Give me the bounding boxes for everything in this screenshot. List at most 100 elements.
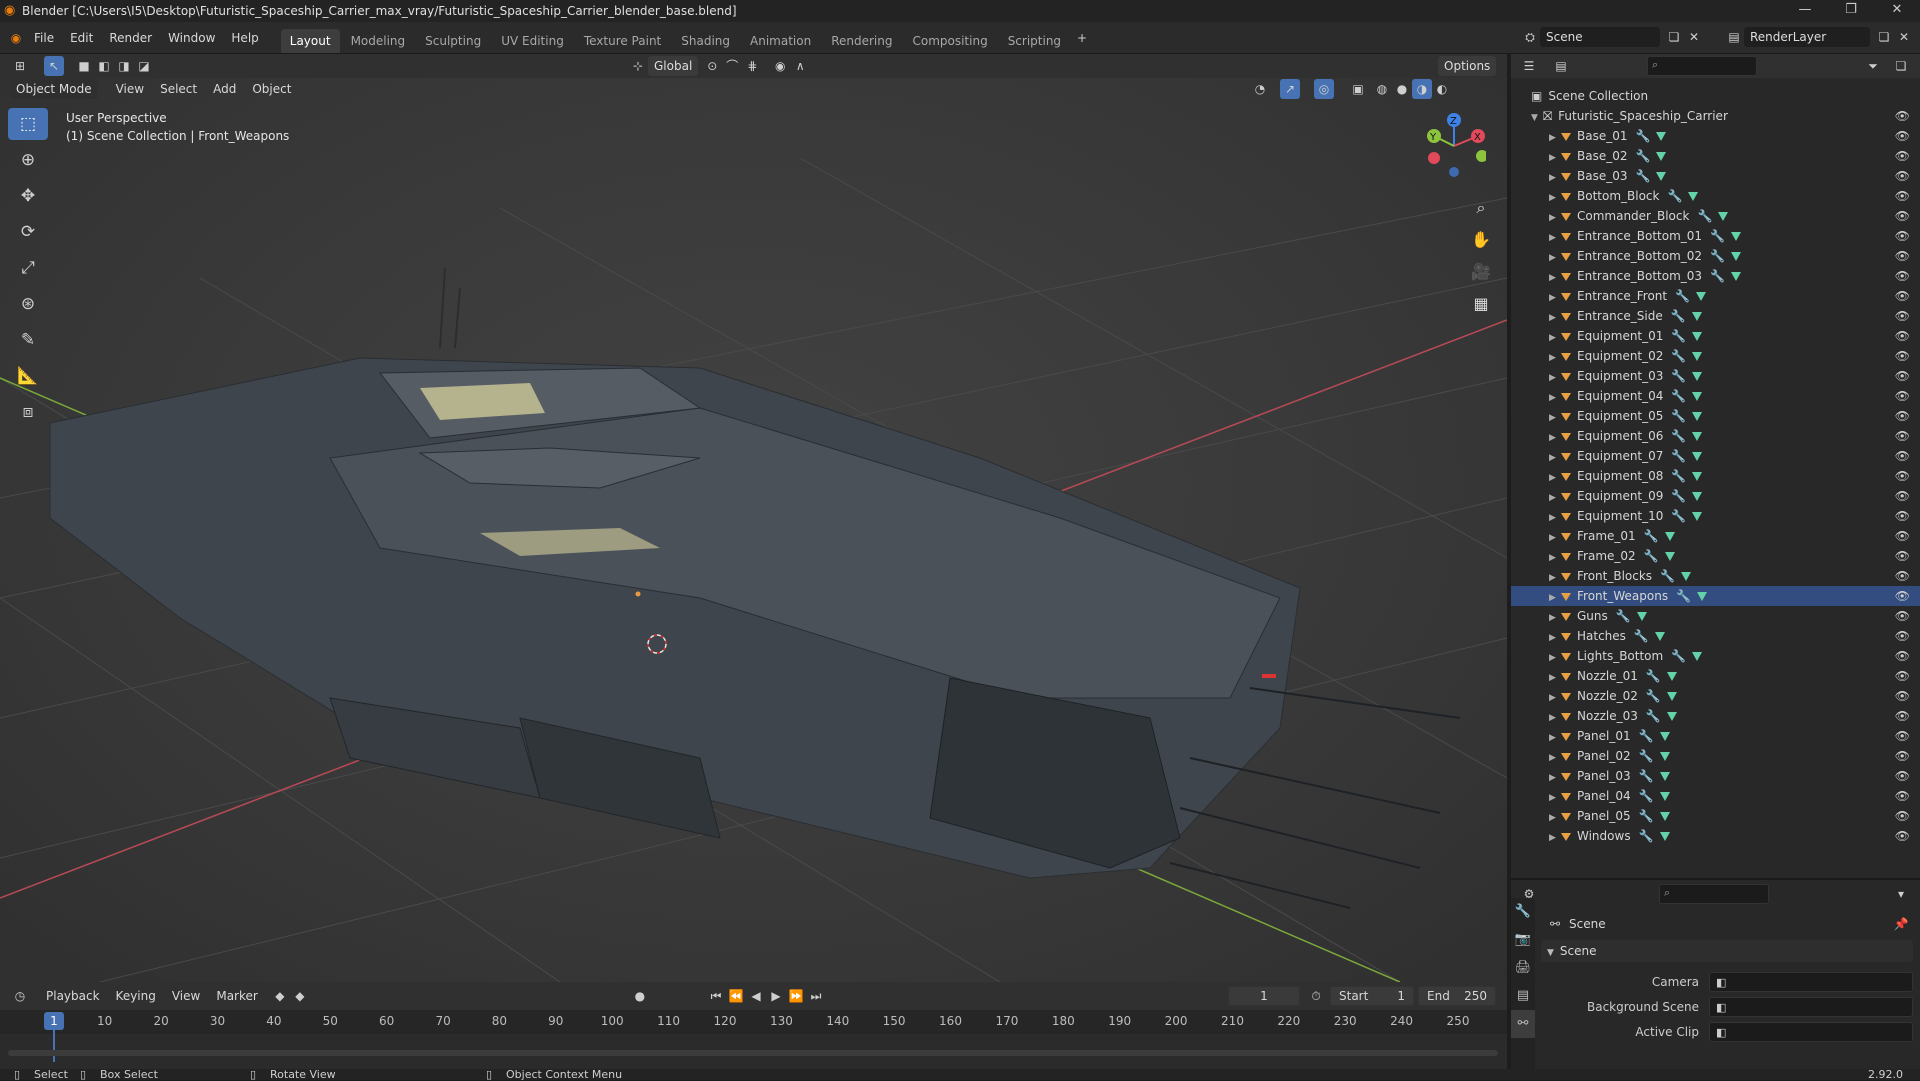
mesh-data-icon[interactable]: [1688, 192, 1699, 201]
modifier-wrench-icon[interactable]: 🔧: [1710, 249, 1725, 263]
outliner-item-guns[interactable]: ▶ Guns 🔧 👁: [1511, 606, 1920, 626]
mesh-data-icon[interactable]: [1692, 392, 1703, 401]
mesh-data-icon[interactable]: [1659, 832, 1670, 841]
modifier-wrench-icon[interactable]: 🔧: [1671, 489, 1686, 503]
prop-field[interactable]: ◧: [1709, 972, 1913, 992]
modifier-wrench-icon[interactable]: 🔧: [1671, 389, 1686, 403]
modifier-wrench-icon[interactable]: 🔧: [1646, 709, 1661, 723]
outliner-item-base_01[interactable]: ▶ Base_01 🔧 👁: [1511, 126, 1920, 146]
tab-animation[interactable]: Animation: [741, 29, 820, 53]
eye-icon[interactable]: 👁: [1895, 546, 1910, 566]
eye-icon[interactable]: 👁: [1895, 526, 1910, 546]
jump-keyframe-forward-icon[interactable]: ⏩: [786, 986, 806, 1006]
mesh-data-icon[interactable]: [1654, 632, 1665, 641]
tab-texture-paint[interactable]: Texture Paint: [575, 29, 670, 53]
outliner-item-equipment_03[interactable]: ▶ Equipment_03 🔧 👁: [1511, 366, 1920, 386]
properties-search-input[interactable]: ⌕: [1659, 884, 1769, 904]
proportional-edit-icon[interactable]: ◉: [770, 56, 790, 76]
expand-arrow-icon[interactable]: ▶: [1549, 348, 1561, 368]
expand-arrow-icon[interactable]: ▶: [1549, 668, 1561, 688]
scene-selector[interactable]: ⛭ Scene ❏ ✕: [1520, 27, 1704, 47]
view-layer-selector[interactable]: ▤ RenderLayer ❏ ✕: [1724, 27, 1914, 47]
view-layer-name-field[interactable]: RenderLayer: [1744, 27, 1870, 47]
expand-arrow-icon[interactable]: ▶: [1549, 748, 1561, 768]
eye-icon[interactable]: 👁: [1895, 346, 1910, 366]
tab-modeling[interactable]: Modeling: [342, 29, 415, 53]
eye-icon[interactable]: 👁: [1895, 146, 1910, 166]
mesh-data-icon[interactable]: [1697, 592, 1708, 601]
end-frame-field[interactable]: End 250: [1418, 986, 1496, 1006]
editor-type-icon[interactable]: ⊞: [10, 56, 30, 76]
expand-arrow-icon[interactable]: ▶: [1549, 488, 1561, 508]
tab-compositing[interactable]: Compositing: [903, 29, 996, 53]
material-shading-icon[interactable]: ◑: [1412, 79, 1432, 99]
prop-field[interactable]: ◧: [1709, 997, 1913, 1017]
eye-icon[interactable]: 👁: [1895, 166, 1910, 186]
eye-icon[interactable]: 👁: [1895, 306, 1910, 326]
mesh-data-icon[interactable]: [1666, 712, 1677, 721]
eye-icon[interactable]: 👁: [1895, 566, 1910, 586]
modifier-wrench-icon[interactable]: 🔧: [1671, 449, 1686, 463]
mesh-data-icon[interactable]: [1666, 672, 1677, 681]
select-box-tool-icon[interactable]: ⬚: [8, 108, 48, 140]
mesh-data-icon[interactable]: [1692, 452, 1703, 461]
outliner-item-commander_block[interactable]: ▶ Commander_Block 🔧 👁: [1511, 206, 1920, 226]
outliner-item-frame_01[interactable]: ▶ Frame_01 🔧 👁: [1511, 526, 1920, 546]
pan-hand-icon[interactable]: ✋: [1465, 224, 1497, 256]
expand-arrow-icon[interactable]: ▶: [1549, 288, 1561, 308]
outliner-item-equipment_06[interactable]: ▶ Equipment_06 🔧 👁: [1511, 426, 1920, 446]
render-tab-icon[interactable]: 📷: [1511, 926, 1535, 954]
eye-icon[interactable]: 👁: [1895, 446, 1910, 466]
annotate-tool-icon[interactable]: ✎: [8, 324, 48, 356]
snap-target-icon[interactable]: ⋕: [742, 56, 762, 76]
spaceship-model[interactable]: [49, 267, 1461, 909]
scene-name-field[interactable]: Scene: [1540, 27, 1660, 47]
modifier-wrench-icon[interactable]: 🔧: [1697, 209, 1712, 223]
mesh-data-icon[interactable]: [1731, 252, 1742, 261]
outliner-item-windows[interactable]: ▶ Windows 🔧 👁: [1511, 826, 1920, 846]
outliner-item-nozzle_01[interactable]: ▶ Nozzle_01 🔧 👁: [1511, 666, 1920, 686]
mesh-data-icon[interactable]: [1692, 432, 1703, 441]
eye-icon[interactable]: 👁: [1895, 406, 1910, 426]
expand-arrow-icon[interactable]: ▶: [1549, 228, 1561, 248]
modifier-wrench-icon[interactable]: 🔧: [1644, 529, 1659, 543]
expand-arrow-icon[interactable]: ▼: [1531, 108, 1543, 128]
mesh-data-icon[interactable]: [1659, 752, 1670, 761]
timeline-menu-marker[interactable]: Marker: [208, 986, 265, 1006]
collection-row[interactable]: ▼ ⛝ Futuristic_Spaceship_Carrier 👁: [1511, 106, 1920, 126]
new-view-layer-icon[interactable]: ❏: [1874, 27, 1894, 47]
expand-arrow-icon[interactable]: ▶: [1549, 788, 1561, 808]
outliner-search-input[interactable]: ⌕: [1647, 56, 1757, 76]
scene-panel-header[interactable]: ▼ Scene: [1541, 940, 1913, 962]
preview-range-icon[interactable]: ⏱: [1306, 986, 1326, 1006]
timeline-editor-type-icon[interactable]: ◷: [10, 986, 30, 1006]
viewport-menu-select[interactable]: Select: [152, 79, 205, 99]
blender-menu-icon[interactable]: ◉: [6, 28, 26, 48]
mesh-data-icon[interactable]: [1696, 292, 1707, 301]
viewport-menu-object[interactable]: Object: [244, 79, 299, 99]
menu-window[interactable]: Window: [160, 22, 223, 54]
overlay-toggle-icon[interactable]: ◎: [1314, 79, 1334, 99]
outliner-item-entrance_front[interactable]: ▶ Entrance_Front 🔧 👁: [1511, 286, 1920, 306]
zoom-icon[interactable]: ⌕: [1465, 192, 1497, 224]
modifier-wrench-icon[interactable]: 🔧: [1639, 829, 1654, 843]
panel-collapse-icon[interactable]: ▼: [1547, 948, 1554, 958]
expand-arrow-icon[interactable]: ▶: [1549, 508, 1561, 528]
eye-icon[interactable]: 👁: [1895, 686, 1910, 706]
ortho-grid-icon[interactable]: ▦: [1465, 288, 1497, 320]
expand-arrow-icon[interactable]: ▶: [1549, 448, 1561, 468]
wireframe-shading-icon[interactable]: ◍: [1372, 79, 1392, 99]
modifier-wrench-icon[interactable]: 🔧: [1671, 649, 1686, 663]
modifier-wrench-icon[interactable]: 🔧: [1636, 149, 1651, 163]
expand-arrow-icon[interactable]: ▶: [1549, 708, 1561, 728]
add-workspace-button[interactable]: +: [1072, 28, 1092, 48]
eye-icon[interactable]: 👁: [1895, 466, 1910, 486]
expand-arrow-icon[interactable]: ▶: [1549, 608, 1561, 628]
modifier-wrench-icon[interactable]: 🔧: [1671, 509, 1686, 523]
play-reverse-icon[interactable]: ◀: [746, 986, 766, 1006]
mesh-data-icon[interactable]: [1692, 492, 1703, 501]
expand-arrow-icon[interactable]: ▶: [1549, 648, 1561, 668]
outliner-item-front_weapons[interactable]: ▶ Front_Weapons 🔧 👁: [1511, 586, 1920, 606]
object-mode-dropdown[interactable]: Object Mode: [10, 79, 98, 99]
expand-arrow-icon[interactable]: ▶: [1549, 148, 1561, 168]
